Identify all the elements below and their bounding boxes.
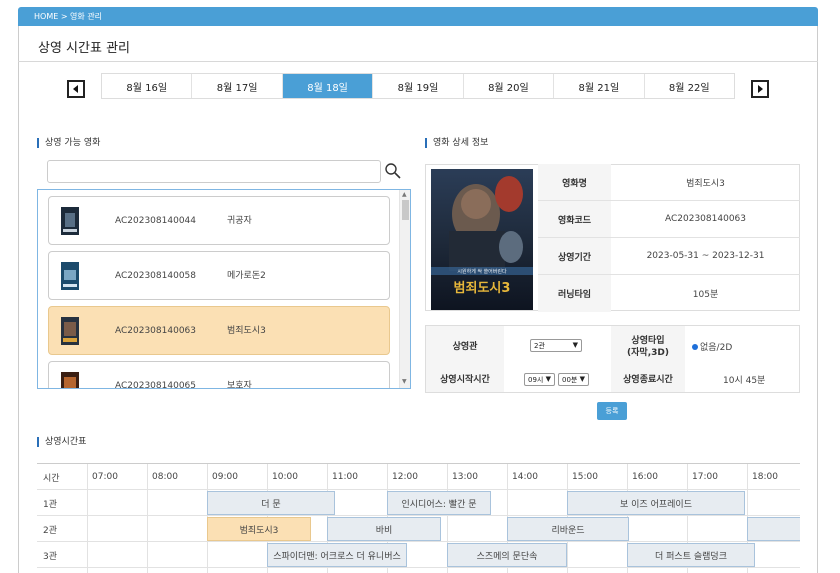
hour-label: 07:00	[92, 472, 118, 482]
list-scrollbar[interactable]: ▲ ▼	[399, 190, 410, 388]
next-date-button[interactable]	[751, 80, 769, 98]
movie-code: AC202308140044	[115, 216, 196, 226]
showtime-block[interactable]: 스즈메의 문단속	[447, 543, 567, 567]
movie-name: 보호자	[227, 381, 252, 389]
hour-label: 17:00	[692, 472, 718, 482]
end-time-label: 상영종료시간	[611, 367, 685, 392]
svg-text:범죄도시3: 범죄도시3	[454, 280, 511, 296]
available-movies-title: 상영 가능 영화	[37, 138, 100, 148]
poster-thumbnail	[61, 317, 79, 345]
movie-name: 범죄도시3	[227, 326, 266, 336]
scrollbar-thumb[interactable]	[402, 200, 409, 220]
poster-thumbnail	[61, 372, 79, 388]
detail-value: 범죄도시3	[611, 164, 800, 201]
triangle-left-icon	[73, 85, 78, 93]
movie-detail-title: 영화 상세 정보	[425, 138, 488, 148]
movie-name: 귀공자	[227, 216, 252, 226]
detail-value: AC202308140063	[611, 201, 800, 238]
end-time-value: 10시 45분	[723, 376, 766, 386]
hour-label: 15:00	[572, 472, 598, 482]
date-tab[interactable]: 8월 21일	[554, 74, 645, 98]
scroll-down-icon[interactable]: ▼	[402, 378, 407, 385]
time-header: 시간	[43, 473, 60, 484]
hour-label: 09:00	[212, 472, 238, 482]
date-tab-active[interactable]: 8월 18일	[282, 74, 374, 98]
date-tab[interactable]: 8월 20일	[464, 74, 555, 98]
showtime-block[interactable]: 바비	[327, 517, 441, 541]
movie-list[interactable]: AC202308140044 귀공자 AC202308140058 메가로돈2 …	[37, 189, 411, 389]
page-title: 상영 시간표 관리	[38, 41, 130, 56]
radio-selected-icon	[692, 343, 698, 350]
time-header-row: 시간 07:00 08:00 09:00 10:00 11:00 12:00 1…	[37, 464, 800, 490]
register-button[interactable]: 등록	[597, 402, 627, 420]
movie-poster: 시원하게 싹 쓸어버린다 범죄도시3	[431, 169, 533, 310]
chevron-down-icon: ▼	[572, 341, 578, 349]
timetable-title: 상영시간표	[37, 437, 86, 447]
poster-thumbnail	[61, 207, 79, 235]
movie-code: AC202308140065	[115, 381, 196, 389]
showtime-block[interactable]: 더 문	[207, 491, 335, 515]
hour-label: 16:00	[632, 472, 658, 482]
prev-date-button[interactable]	[67, 80, 85, 98]
showtime-block[interactable]: 리바운드	[507, 517, 629, 541]
start-hour-select[interactable]: 09시 ▼	[524, 373, 555, 386]
hall-label: 상영관	[426, 326, 504, 367]
movie-code: AC202308140063	[115, 326, 196, 336]
movie-search-input[interactable]	[47, 160, 381, 183]
showtime-block[interactable]: 스파이더맨: 어크로스 더 유니버스	[267, 543, 407, 567]
header-bar	[18, 7, 818, 26]
screen-type-label: 상영타입 (자막,3D)	[611, 326, 685, 367]
hour-label: 10:00	[272, 472, 298, 482]
showtime-block-selected[interactable]: 범죄도시3	[207, 517, 311, 541]
date-tab[interactable]: 8월 16일	[102, 74, 193, 98]
showtime-block[interactable]: 더 퍼스트 슬램덩크	[627, 543, 755, 567]
breadcrumb: HOME > 영화 관리	[34, 12, 103, 21]
movie-name: 메가로돈2	[227, 271, 266, 281]
divider	[18, 61, 818, 62]
start-minute-select[interactable]: 00분 ▼	[558, 373, 589, 386]
chevron-down-icon: ▼	[545, 375, 551, 383]
date-tab[interactable]: 8월 22일	[645, 74, 734, 98]
hall-name: 3관	[43, 551, 58, 562]
search-icon[interactable]	[384, 162, 402, 180]
hour-label: 12:00	[392, 472, 418, 482]
hall-name: 2관	[43, 525, 58, 536]
hour-label: 13:00	[452, 472, 478, 482]
triangle-right-icon	[758, 85, 763, 93]
chevron-down-icon: ▼	[579, 375, 585, 383]
detail-label: 러닝타임	[538, 275, 611, 312]
showtime-block[interactable]: 보 이즈 어프레이드	[567, 491, 745, 515]
poster-thumbnail	[61, 262, 79, 290]
hall-select[interactable]: 2관 ▼	[530, 339, 582, 352]
date-tab[interactable]: 8월 17일	[192, 74, 283, 98]
movie-list-item-selected[interactable]: AC202308140063 범죄도시3	[48, 306, 390, 355]
detail-label: 상영기간	[538, 238, 611, 275]
hour-label: 11:00	[332, 472, 358, 482]
svg-text:시원하게 싹 쓸어버린다: 시원하게 싹 쓸어버린다	[457, 268, 507, 275]
movie-list-item[interactable]: AC202308140044 귀공자	[48, 196, 390, 245]
showtime-block[interactable]	[747, 517, 800, 541]
date-tabs: 8월 16일 8월 17일 8월 18일 8월 19일 8월 20일 8월 21…	[101, 73, 735, 99]
hall-name: 1관	[43, 499, 58, 510]
movie-list-item[interactable]: AC202308140065 보호자	[48, 361, 390, 389]
date-tab[interactable]: 8월 19일	[373, 74, 464, 98]
detail-label: 영화명	[538, 164, 611, 201]
screen-type-radio[interactable]: 없음/2D	[692, 340, 732, 353]
movie-list-item[interactable]: AC202308140058 메가로돈2	[48, 251, 390, 300]
hour-label: 18:00	[752, 472, 778, 482]
hour-label: 14:00	[512, 472, 538, 482]
timetable: 시간 07:00 08:00 09:00 10:00 11:00 12:00 1…	[37, 463, 800, 573]
showtime-block[interactable]: 인시디어스: 빨간 문	[387, 491, 491, 515]
start-time-label: 상영시작시간	[426, 367, 504, 392]
hour-label: 08:00	[152, 472, 178, 482]
scroll-up-icon[interactable]: ▲	[402, 191, 407, 198]
detail-label: 영화코드	[538, 201, 611, 238]
movie-code: AC202308140058	[115, 271, 196, 281]
detail-value: 2023-05-31 ~ 2023-12-31	[611, 238, 800, 275]
detail-value: 105분	[692, 290, 719, 300]
